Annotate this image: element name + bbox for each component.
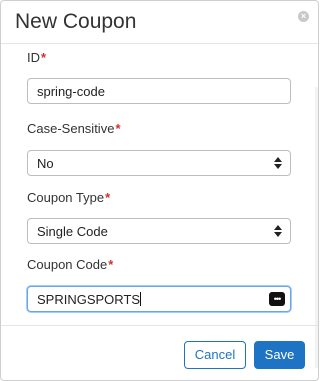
case-sensitive-label: Case-Sensitive*	[27, 121, 121, 136]
more-dots-icon[interactable]: •••	[269, 292, 285, 306]
coupon-type-label-text: Coupon Type	[27, 190, 105, 205]
id-label: ID*	[27, 50, 46, 65]
cancel-button[interactable]: Cancel	[184, 341, 246, 369]
close-icon[interactable]: ×	[298, 11, 309, 22]
dialog-header: New Coupon ×	[1, 1, 318, 44]
updown-arrows-icon	[274, 157, 282, 169]
case-sensitive-value: No	[37, 156, 54, 171]
coupon-code-label: Coupon Code*	[27, 257, 113, 272]
case-sensitive-select[interactable]: No	[27, 150, 291, 176]
coupon-type-label: Coupon Type*	[27, 190, 110, 205]
required-mark: *	[108, 257, 114, 272]
required-mark: *	[115, 121, 121, 136]
updown-arrows-icon	[274, 225, 282, 237]
coupon-type-value: Single Code	[37, 224, 108, 239]
coupon-code-label-text: Coupon Code	[27, 257, 108, 272]
coupon-code-input[interactable]: SPRINGSPORTS •••	[27, 286, 291, 312]
new-coupon-dialog: New Coupon × ID* spring-code Case-Sensit…	[0, 0, 319, 381]
case-sensitive-label-text: Case-Sensitive	[27, 121, 115, 136]
required-mark: *	[105, 190, 111, 205]
coupon-code-value: SPRINGSPORTS	[37, 292, 141, 307]
id-input[interactable]: spring-code	[27, 78, 291, 104]
id-label-text: ID	[27, 50, 40, 65]
text-caret	[140, 292, 142, 306]
dialog-title: New Coupon	[15, 10, 137, 33]
dialog-footer: Cancel Save	[1, 325, 318, 380]
required-mark: *	[41, 50, 47, 65]
save-button[interactable]: Save	[254, 341, 305, 369]
dialog-body: ID* spring-code Case-Sensitive* No Coupo…	[1, 44, 318, 368]
coupon-type-select[interactable]: Single Code	[27, 218, 291, 244]
id-input-value: spring-code	[37, 84, 105, 99]
